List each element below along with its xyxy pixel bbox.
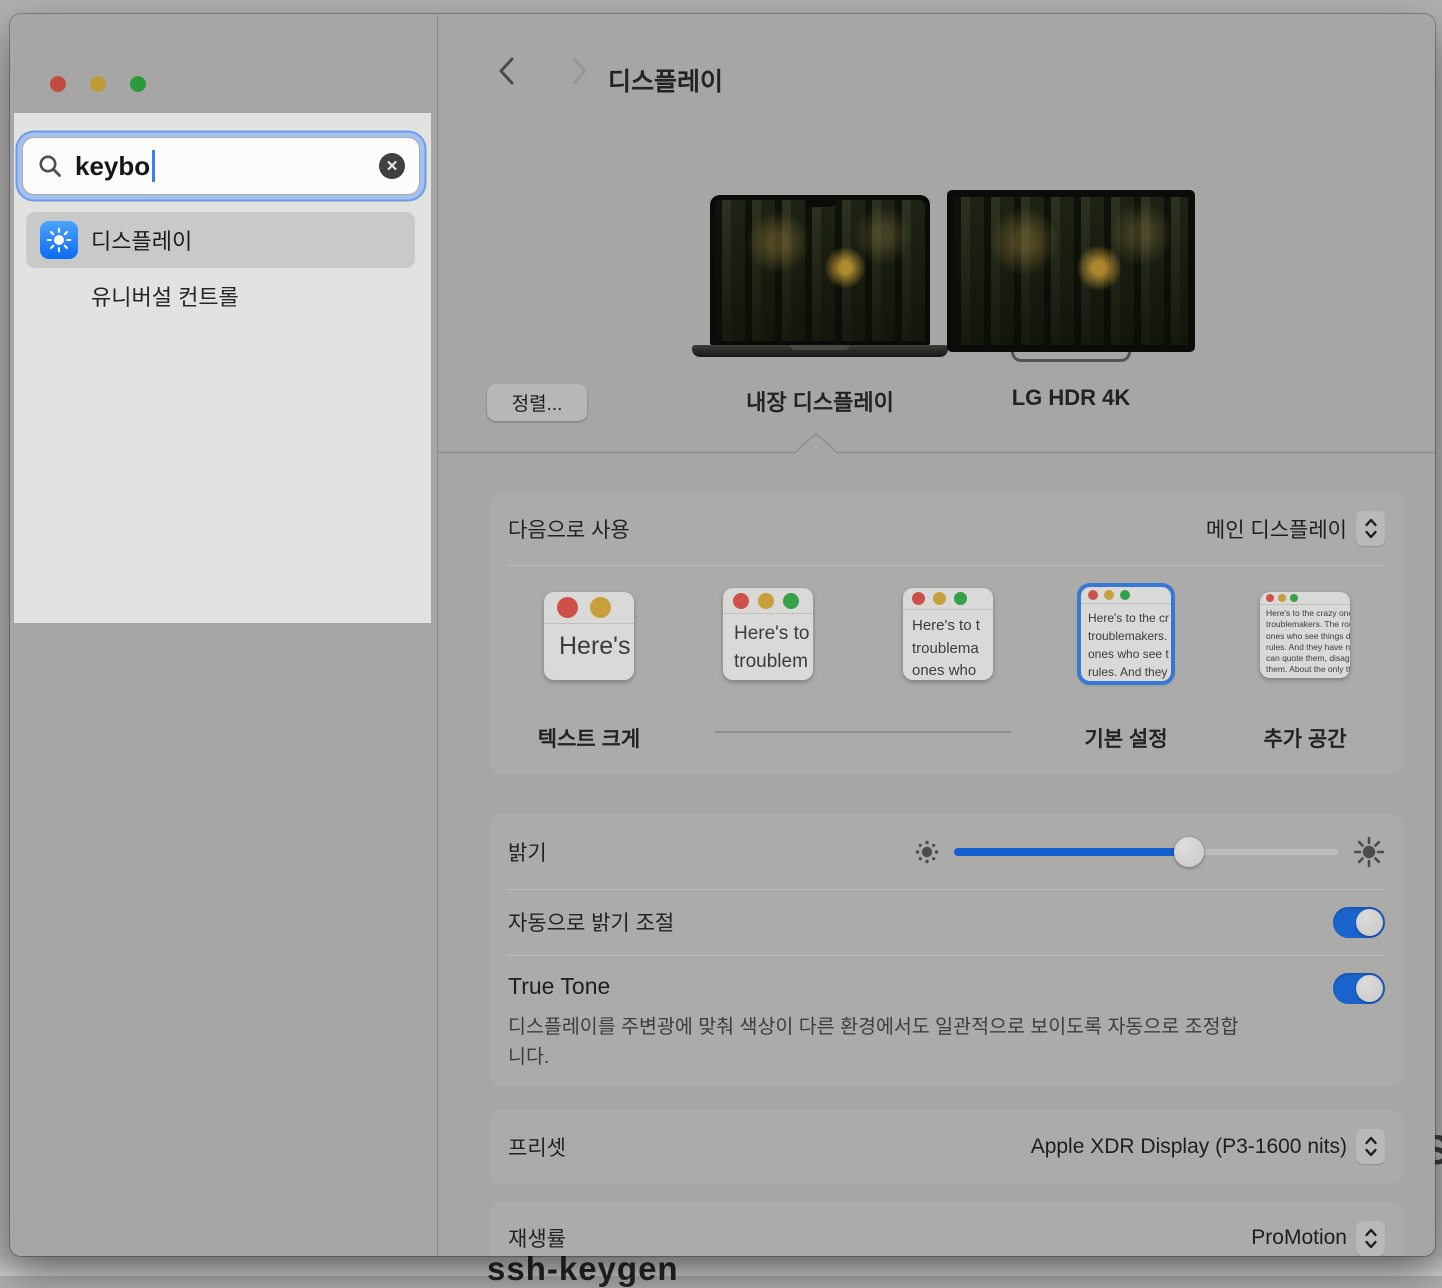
back-button[interactable] [493, 54, 521, 88]
refresh-rate-card: 재생률 ProMotion [490, 1202, 1403, 1256]
use-as-row: 다음으로 사용 메인 디스플레이 [490, 492, 1403, 565]
brightness-slider-fill [954, 848, 1189, 856]
use-as-dropdown[interactable] [1356, 511, 1385, 546]
use-as-label: 다음으로 사용 [508, 514, 630, 544]
scaling-label-larger-text: 텍스트 크게 [514, 723, 664, 753]
preset-label: 프리셋 [508, 1132, 566, 1162]
text-cursor [152, 150, 155, 182]
scaling-label-default: 기본 설정 [1051, 723, 1201, 753]
display-name-lg: LG HDR 4K [921, 385, 1221, 411]
brightness-row: 밝기 [490, 814, 1403, 889]
scaling-option-larger-text[interactable]: Here's [544, 592, 634, 680]
search-result-display[interactable]: 디스플레이 [26, 212, 415, 268]
search-input[interactable]: keybo ✕ [22, 137, 420, 195]
true-tone-toggle[interactable] [1333, 973, 1385, 1004]
brightness-bright-icon [1353, 836, 1385, 868]
use-as-card: 다음으로 사용 메인 디스플레이 [490, 492, 1403, 774]
stepper-chevrons-icon [1363, 1227, 1379, 1250]
scaling-option-3[interactable]: Here's to t troublema ones who [903, 588, 993, 680]
display-thumbnail-lg-hdr-4k[interactable] [947, 190, 1195, 352]
background-terminal-strip [0, 1256, 1442, 1276]
preset-dropdown[interactable] [1356, 1129, 1385, 1164]
display-brightness-icon [40, 221, 78, 259]
preset-row: 프리셋 Apple XDR Display (P3-1600 nits) [490, 1110, 1403, 1183]
auto-brightness-toggle[interactable] [1333, 907, 1385, 938]
brightness-slider[interactable] [954, 848, 1339, 856]
scaling-option-more-space[interactable]: Here's to the crazy one troublemakers. T… [1260, 592, 1350, 678]
search-result-universal-control[interactable]: 유니버설 컨트롤 [26, 268, 415, 324]
main-panel: 디스플레이 내장 디스플레이 LG HDR 4K 정렬... [438, 14, 1435, 1256]
selected-display-caret [438, 431, 1435, 455]
display-thumbnail-builtin[interactable] [710, 195, 930, 345]
search-icon [37, 153, 63, 179]
display-options-card: 밝기 [490, 814, 1403, 1086]
stepper-chevrons-icon [1363, 517, 1379, 540]
zoom-button[interactable] [130, 76, 146, 92]
preset-value: Apple XDR Display (P3-1600 nits) [1031, 1135, 1347, 1159]
preview-min-dot [590, 597, 611, 618]
refresh-rate-dropdown[interactable] [1356, 1221, 1385, 1256]
brightness-dim-icon [914, 839, 940, 865]
auto-brightness-label: 자동으로 밝기 조절 [508, 907, 674, 937]
preset-card: 프리셋 Apple XDR Display (P3-1600 nits) [490, 1110, 1403, 1183]
search-query-text: keybo [75, 151, 150, 182]
brightness-label: 밝기 [508, 837, 547, 867]
true-tone-block: True Tone 디스플레이를 주변광에 맞춰 색상이 다른 환경에서도 일관… [490, 955, 1403, 1072]
minimize-button[interactable] [90, 76, 106, 92]
stepper-chevrons-icon [1363, 1135, 1379, 1158]
auto-brightness-row: 자동으로 밝기 조절 [490, 889, 1403, 955]
scaling-option-default[interactable]: Here's to the cr troublemakers. ones who… [1080, 586, 1172, 682]
scaling-label-more-space: 추가 공간 [1230, 723, 1380, 753]
page-title: 디스플레이 [608, 62, 723, 98]
scaling-options: Here's Here's to troublem [490, 566, 1403, 774]
preview-close-dot [557, 597, 578, 618]
refresh-rate-row: 재생률 ProMotion [490, 1202, 1403, 1256]
arrange-button[interactable]: 정렬... [487, 384, 587, 421]
sidebar: keybo ✕ [10, 14, 437, 1256]
forward-button[interactable] [565, 54, 593, 88]
true-tone-label: True Tone [508, 973, 610, 1000]
search-results-panel: keybo ✕ [14, 113, 431, 623]
scaling-middle-line [715, 731, 1011, 733]
brightness-slider-knob[interactable] [1174, 837, 1204, 867]
true-tone-description: 디스플레이를 주변광에 맞춰 색상이 다른 환경에서도 일관적으로 보이도록 자… [508, 1012, 1253, 1072]
scaling-option-2[interactable]: Here's to troublem [723, 588, 813, 680]
clear-search-icon[interactable]: ✕ [379, 153, 405, 179]
desktop: ssh-keygen S keybo ✕ [0, 0, 1442, 1276]
search-result-label: 유니버설 컨트롤 [91, 280, 239, 312]
refresh-rate-label: 재생률 [508, 1223, 566, 1253]
search-result-label: 디스플레이 [91, 224, 192, 256]
close-button[interactable] [50, 76, 66, 92]
system-settings-window: keybo ✕ [10, 14, 1435, 1256]
use-as-value: 메인 디스플레이 [1206, 514, 1347, 544]
refresh-rate-value: ProMotion [1251, 1226, 1347, 1250]
